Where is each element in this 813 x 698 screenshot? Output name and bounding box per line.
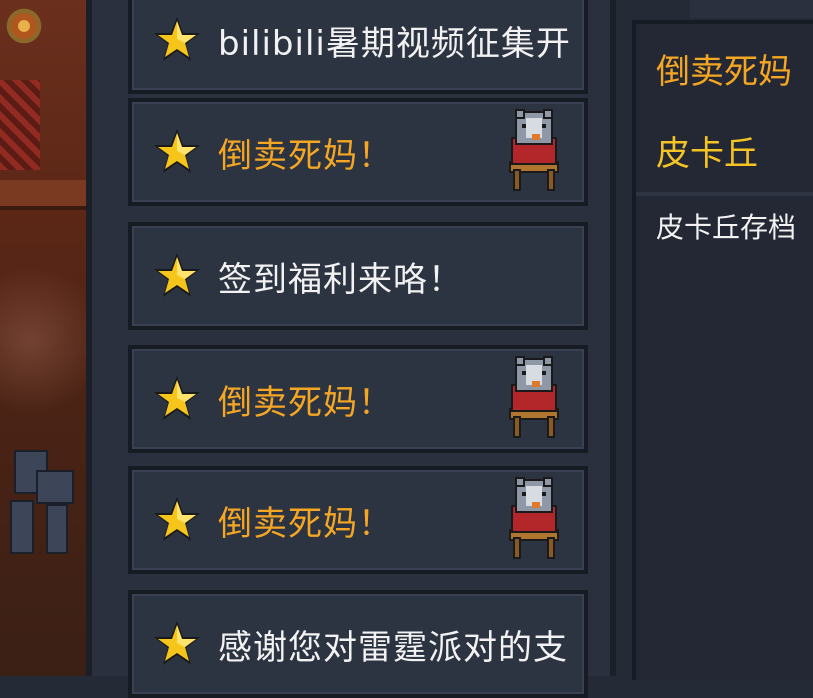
- mail-item-label: 签到福利来咯！: [218, 259, 463, 300]
- light-glow: [0, 260, 86, 420]
- mail-list-panel[interactable]: bilibili暑期视频征集开 倒卖死妈！ 签到福利来咯！ 倒卖死妈！ 倒卖死妈…: [86, 0, 616, 698]
- mail-item-label: bilibili暑期视频征集开: [218, 23, 571, 64]
- mail-list-item[interactable]: bilibili暑期视频征集开: [128, 0, 588, 94]
- wall-tapestry: [0, 80, 40, 170]
- mail-list-item[interactable]: 倒卖死妈！: [128, 98, 588, 206]
- mail-list-item[interactable]: 倒卖死妈！: [128, 466, 588, 574]
- divider: [636, 192, 813, 196]
- mail-item-label: 感谢您对雷霆派对的支: [218, 627, 568, 668]
- star-icon: [152, 15, 202, 65]
- star-icon: [152, 619, 202, 669]
- mail-body: 皮卡丘存档: [656, 211, 797, 244]
- top-right-bar: [690, 0, 813, 18]
- mail-list-item[interactable]: 签到福利来咯！: [128, 222, 588, 330]
- mail-sender: 皮卡丘: [656, 134, 758, 174]
- pet-sprite-icon: [502, 476, 566, 560]
- mail-list-item[interactable]: 倒卖死妈！: [128, 345, 588, 453]
- pet-sprite-icon: [502, 108, 566, 192]
- star-icon: [152, 251, 202, 301]
- star-icon: [152, 127, 202, 177]
- pet-sprite-icon: [502, 355, 566, 439]
- sun-ornament-icon: [4, 6, 44, 46]
- wooden-beam: [0, 180, 86, 210]
- mail-list-item[interactable]: 感谢您对雷霆派对的支: [128, 590, 588, 698]
- mail-title: 倒卖死妈: [656, 52, 792, 92]
- game-background-scene: [0, 0, 86, 676]
- star-icon: [152, 495, 202, 545]
- star-icon: [152, 374, 202, 424]
- mail-detail-panel: 倒卖死妈 皮卡丘 皮卡丘存档: [632, 20, 813, 680]
- robot-creature-sprite: [6, 440, 76, 560]
